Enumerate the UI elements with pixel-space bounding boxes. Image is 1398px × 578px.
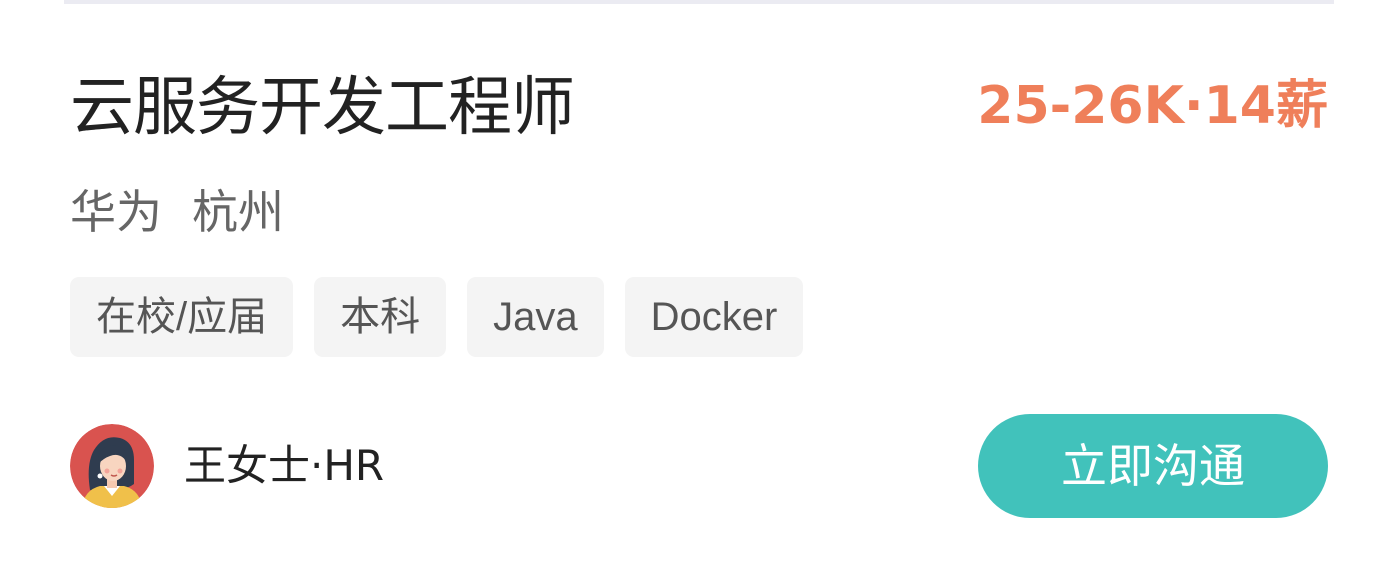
- job-city: 杭州: [192, 185, 284, 239]
- chat-now-button[interactable]: 立即沟通: [978, 414, 1328, 518]
- job-title[interactable]: 云服务开发工程师: [70, 66, 575, 150]
- job-tag: 在校/应届: [70, 277, 294, 357]
- job-tag: 本科: [314, 277, 447, 357]
- recruiter-avatar-icon: [70, 424, 154, 508]
- company-line: 华为 杭州: [70, 181, 284, 243]
- recruiter-name[interactable]: 王女士·HR: [184, 438, 384, 494]
- salary: 25-26K·14薪: [977, 76, 1328, 136]
- job-tags: 在校/应届 本科 Java Docker: [70, 277, 804, 357]
- job-tag: Docker: [624, 277, 804, 357]
- job-tag: Java: [467, 277, 604, 357]
- recruiter-info[interactable]: 王女士·HR: [70, 424, 384, 508]
- job-card[interactable]: 云服务开发工程师 25-26K·14薪 华为 杭州 在校/应届 本科 Java D…: [0, 0, 1398, 578]
- company-name[interactable]: 华为: [70, 185, 162, 239]
